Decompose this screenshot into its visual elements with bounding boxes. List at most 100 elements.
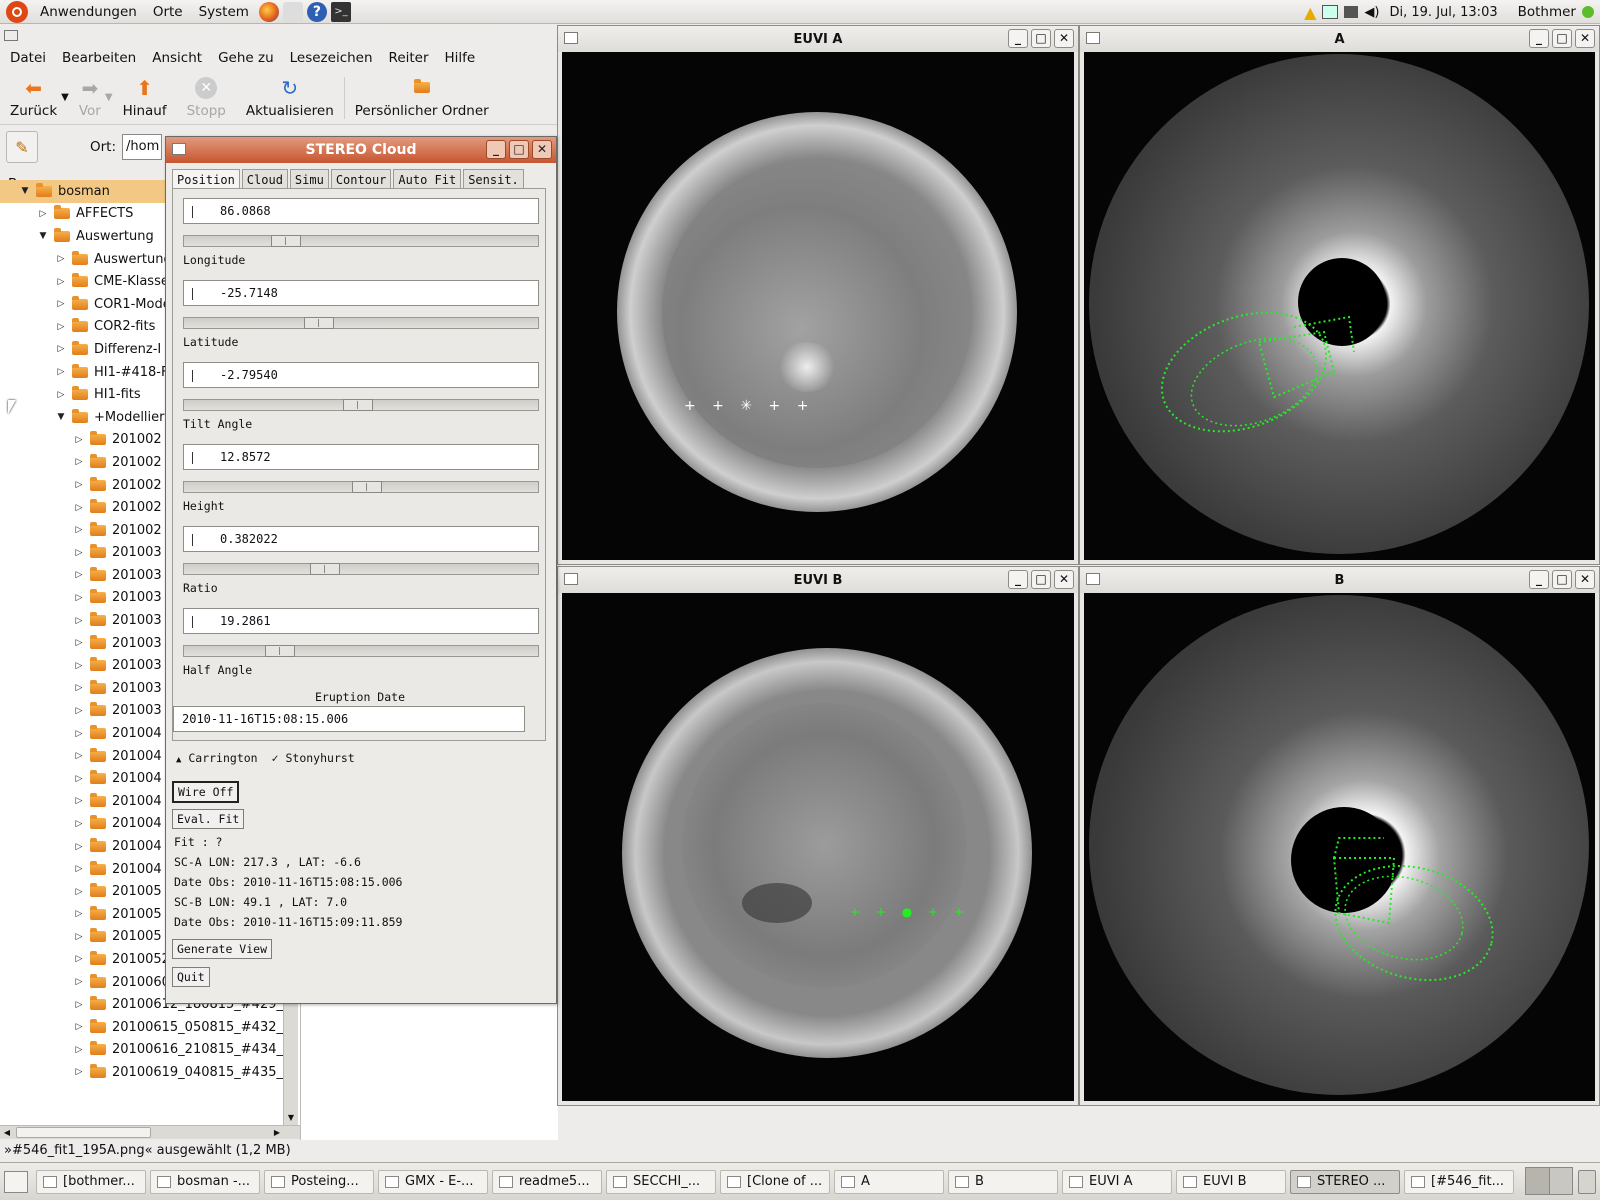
tab-simu[interactable]: Simu bbox=[289, 169, 329, 189]
expander-closed-icon[interactable]: ▷ bbox=[72, 435, 86, 445]
taskbar-button[interactable]: SECCHI_... bbox=[606, 1169, 716, 1194]
forward-history-chevron-icon[interactable]: ▼ bbox=[105, 92, 113, 103]
latitude-slider[interactable] bbox=[183, 317, 539, 329]
help-launcher-icon[interactable]: ? bbox=[306, 1, 327, 22]
close-button[interactable]: ✕ bbox=[1575, 29, 1595, 48]
expander-closed-icon[interactable]: ▷ bbox=[72, 1022, 86, 1032]
expander-closed-icon[interactable]: ▷ bbox=[72, 1045, 86, 1055]
window-menu-icon[interactable] bbox=[564, 32, 578, 44]
tree-row[interactable]: ▷ 20100616_210815_#434_ bbox=[0, 1039, 300, 1062]
network-icon[interactable] bbox=[1322, 5, 1339, 19]
slider-handle[interactable] bbox=[352, 481, 382, 493]
expander-closed-icon[interactable]: ▷ bbox=[54, 344, 68, 354]
stereo-cloud-titlebar[interactable]: STEREO Cloud _ □ ✕ bbox=[166, 137, 556, 163]
user-name[interactable]: Bothmer bbox=[1518, 4, 1576, 20]
scroll-right-arrow-icon[interactable]: ▶ bbox=[270, 1126, 284, 1139]
expander-closed-icon[interactable]: ▷ bbox=[72, 706, 86, 716]
radio-carrington[interactable]: ▲ Carrington bbox=[176, 751, 258, 765]
expander-closed-icon[interactable]: ▷ bbox=[54, 254, 68, 264]
eruption-date-field[interactable]: 2010-11-16T15:08:15.006 bbox=[173, 706, 525, 732]
height-field[interactable]: 12.8572 bbox=[183, 444, 539, 470]
stop-button[interactable]: ✕ Stopp bbox=[177, 76, 236, 119]
scroll-left-arrow-icon[interactable]: ◀ bbox=[0, 1126, 14, 1139]
taskbar-button[interactable]: bosman -... bbox=[150, 1169, 260, 1194]
expander-closed-icon[interactable]: ▷ bbox=[72, 864, 86, 874]
show-desktop-icon[interactable] bbox=[4, 1170, 28, 1193]
euvi-b-titlebar[interactable]: EUVI B _ □ ✕ bbox=[558, 567, 1078, 593]
expander-closed-icon[interactable]: ▷ bbox=[54, 367, 68, 377]
ubuntu-logo-icon[interactable] bbox=[6, 0, 28, 23]
workspace-1[interactable] bbox=[1526, 1168, 1550, 1194]
tilt-angle-field[interactable]: -2.79540 bbox=[183, 362, 539, 388]
expander-closed-icon[interactable]: ▷ bbox=[54, 322, 68, 332]
expander-closed-icon[interactable]: ▷ bbox=[72, 751, 86, 761]
workspace-switcher[interactable] bbox=[1525, 1167, 1573, 1195]
location-edit-button[interactable]: ✎ bbox=[6, 131, 38, 163]
trash-icon[interactable] bbox=[1578, 1170, 1596, 1194]
expander-closed-icon[interactable]: ▷ bbox=[54, 299, 68, 309]
taskbar-button[interactable]: A bbox=[834, 1169, 944, 1194]
expander-closed-icon[interactable]: ▷ bbox=[72, 977, 86, 987]
firefox-launcher-icon[interactable] bbox=[258, 1, 279, 22]
cor-a-titlebar[interactable]: A _ □ ✕ bbox=[1080, 26, 1599, 52]
minimize-button[interactable]: _ bbox=[1529, 29, 1549, 48]
tree-horizontal-scrollbar[interactable]: ◀ ▶ bbox=[0, 1125, 300, 1139]
slider-handle[interactable] bbox=[343, 399, 373, 411]
slider-handle[interactable] bbox=[271, 235, 301, 247]
menu-system[interactable]: System bbox=[191, 0, 257, 24]
expander-closed-icon[interactable]: ▷ bbox=[72, 796, 86, 806]
warning-icon[interactable]: ▲ bbox=[1304, 3, 1316, 22]
terminal-launcher-icon[interactable]: >_ bbox=[330, 1, 351, 22]
expander-closed-icon[interactable]: ▷ bbox=[36, 209, 50, 219]
tree-row[interactable]: ▷ 20100615_050815_#432_ bbox=[0, 1016, 300, 1039]
maximize-button[interactable]: □ bbox=[1552, 570, 1572, 589]
quit-button[interactable]: Quit bbox=[172, 967, 210, 987]
menu-applications[interactable]: Anwendungen bbox=[32, 0, 145, 24]
scroll-down-arrow-icon[interactable]: ▼ bbox=[284, 1111, 298, 1125]
expander-closed-icon[interactable]: ▷ bbox=[72, 774, 86, 784]
minimize-button[interactable]: _ bbox=[1008, 29, 1028, 48]
taskbar-button[interactable]: [#546_fit... bbox=[1404, 1169, 1514, 1194]
euvi-a-image[interactable]: + + ✳ + + bbox=[562, 52, 1074, 560]
taskbar-button[interactable]: GMX - E-... bbox=[378, 1169, 488, 1194]
up-button[interactable]: ⬆ Hinauf bbox=[113, 77, 177, 119]
taskbar-button[interactable]: EUVI A bbox=[1062, 1169, 1172, 1194]
expander-closed-icon[interactable]: ▷ bbox=[72, 638, 86, 648]
window-menu-icon[interactable] bbox=[4, 30, 18, 41]
expander-closed-icon[interactable]: ▷ bbox=[72, 480, 86, 490]
eval-fit-button[interactable]: Eval. Fit bbox=[172, 809, 245, 829]
expander-closed-icon[interactable]: ▷ bbox=[72, 1000, 86, 1010]
expander-closed-icon[interactable]: ▷ bbox=[72, 1067, 86, 1077]
window-menu-icon[interactable] bbox=[172, 143, 186, 155]
height-slider[interactable] bbox=[183, 481, 539, 493]
taskbar-button[interactable]: readme5... bbox=[492, 1169, 602, 1194]
reload-button[interactable]: ↻ Aktualisieren bbox=[236, 77, 344, 119]
window-menu-icon[interactable] bbox=[564, 573, 578, 585]
slider-handle[interactable] bbox=[304, 317, 334, 329]
expander-closed-icon[interactable]: ▷ bbox=[54, 277, 68, 287]
close-button[interactable]: ✕ bbox=[1054, 570, 1074, 589]
taskbar-button[interactable]: [Clone of ... bbox=[720, 1169, 830, 1194]
slider-handle[interactable] bbox=[265, 645, 295, 657]
menu-help[interactable]: Hilfe bbox=[437, 50, 484, 66]
close-button[interactable]: ✕ bbox=[532, 140, 552, 159]
expander-closed-icon[interactable]: ▷ bbox=[54, 390, 68, 400]
expander-closed-icon[interactable]: ▷ bbox=[72, 932, 86, 942]
longitude-field[interactable]: 86.0868 bbox=[183, 198, 539, 224]
taskbar-button[interactable]: EUVI B bbox=[1176, 1169, 1286, 1194]
display-icon[interactable] bbox=[1344, 6, 1359, 18]
window-menu-icon[interactable] bbox=[1086, 32, 1100, 44]
expander-closed-icon[interactable]: ▷ bbox=[72, 593, 86, 603]
half-angle-slider[interactable] bbox=[183, 645, 539, 657]
expander-open-icon[interactable]: ▼ bbox=[18, 186, 32, 196]
back-button[interactable]: ⬅ Zurück bbox=[0, 77, 67, 119]
menu-tabs[interactable]: Reiter bbox=[381, 50, 437, 66]
expander-closed-icon[interactable]: ▷ bbox=[72, 570, 86, 580]
window-menu-icon[interactable] bbox=[1086, 573, 1100, 585]
taskbar-button[interactable]: B bbox=[948, 1169, 1058, 1194]
menu-edit[interactable]: Bearbeiten bbox=[54, 50, 144, 66]
menu-file[interactable]: Datei bbox=[2, 50, 54, 66]
expander-closed-icon[interactable]: ▷ bbox=[72, 525, 86, 535]
expander-open-icon[interactable]: ▼ bbox=[54, 412, 68, 422]
minimize-button[interactable]: _ bbox=[486, 140, 506, 159]
